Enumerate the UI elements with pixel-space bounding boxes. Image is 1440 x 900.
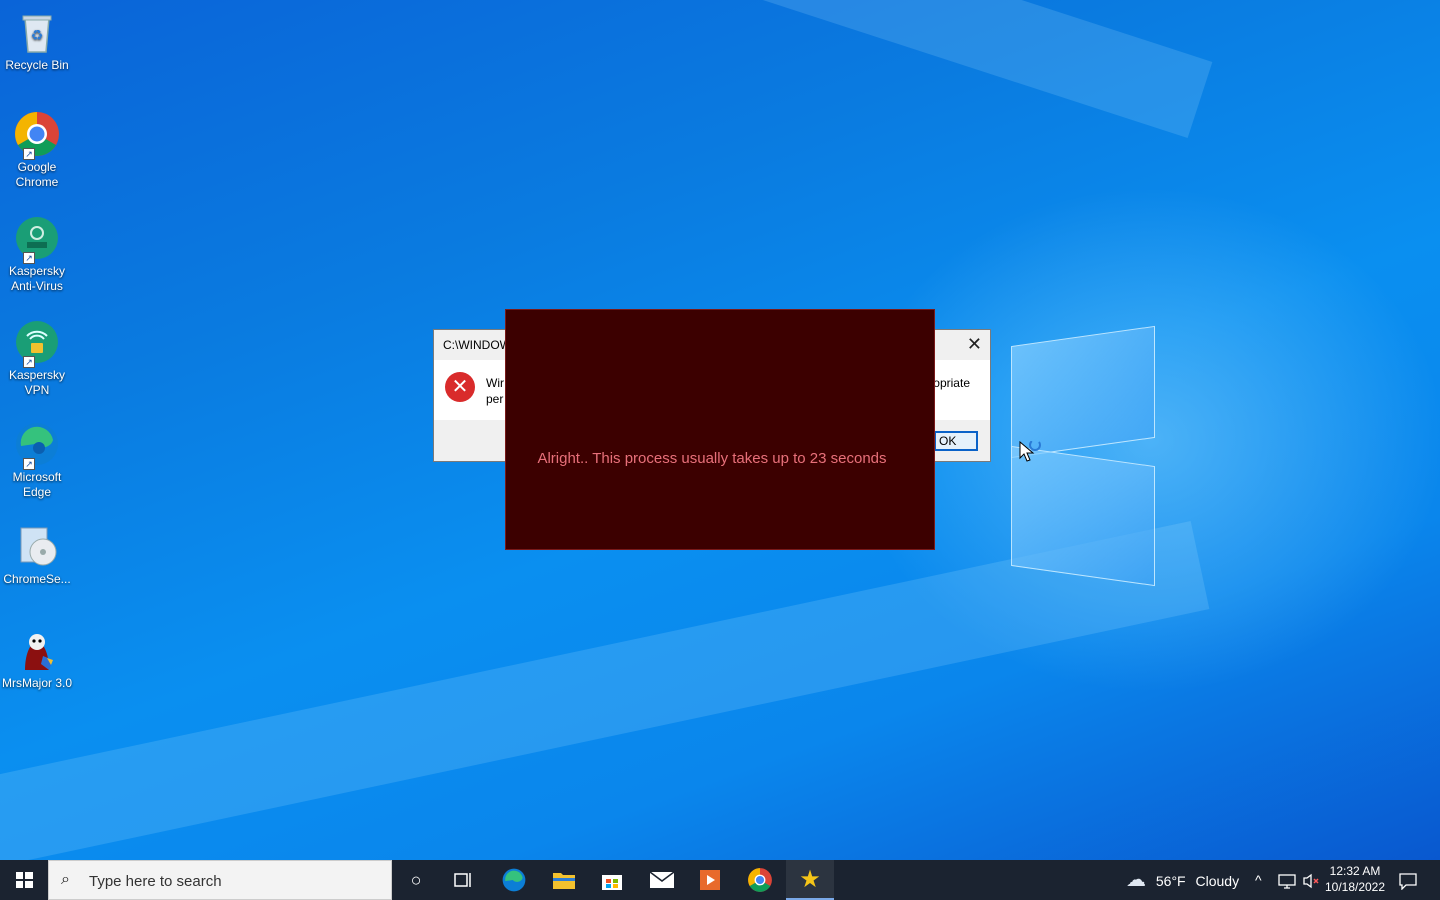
desktop-icon-label: Microsoft Edge [12, 470, 62, 499]
chrome-icon: ↗ [13, 110, 61, 160]
edge-icon[interactable] [490, 860, 538, 900]
recycle-bin-icon: ♻ [13, 8, 61, 56]
error-dialog-title: C:\WINDOW [443, 338, 511, 352]
volume-muted-icon[interactable] [1302, 860, 1320, 900]
task-view-icon[interactable] [440, 860, 488, 900]
desktop-icon-mrsmajor[interactable]: MrsMajor 3.0 [2, 626, 72, 691]
weather-widget[interactable]: ☁ 56°F Cloudy [1126, 860, 1239, 900]
taskbar-clock[interactable]: 12:32 AM 10/18/2022 [1324, 863, 1386, 895]
desktop-icon-label: MrsMajor 3.0 [2, 676, 73, 690]
desktop-icon-kaspersky-anti-virus[interactable]: ↗ Kaspersky Anti-Virus [2, 214, 72, 294]
clock-date: 10/18/2022 [1324, 880, 1386, 894]
malware-overlay-window: Alright.. This process usually takes up … [505, 309, 935, 550]
taskbar: ⌕ Type here to search ○ ★ ☁ 56°F Cloudy … [0, 860, 1440, 900]
desktop-icon-label: Kaspersky VPN [8, 368, 66, 397]
edge-icon: ↗ [13, 420, 61, 470]
network-icon[interactable] [1278, 860, 1296, 900]
overlay-message: Alright.. This process usually takes up … [537, 450, 887, 467]
cloud-icon: ☁ [1126, 869, 1146, 891]
desktop-icon-label: Kaspersky Anti-Virus [8, 264, 66, 293]
kaspersky-vpn-icon: ↗ [13, 318, 61, 368]
desktop-icon-recycle-bin[interactable]: ♻ Recycle Bin [2, 8, 72, 73]
windows-start-icon [16, 872, 33, 888]
star-app-icon[interactable]: ★ [786, 860, 834, 900]
desktop-icon-google-chrome[interactable]: ↗ Google Chrome [2, 110, 72, 190]
search-icon: ⌕ [61, 871, 70, 888]
desktop-icon-microsoft-edge[interactable]: ↗ Microsoft Edge [2, 420, 72, 500]
shortcut-arrow-icon: ↗ [23, 252, 35, 264]
ok-button[interactable]: OK [934, 431, 978, 451]
start-button[interactable] [0, 860, 48, 900]
desktop-icon-kaspersky-vpn[interactable]: ↗ Kaspersky VPN [2, 318, 72, 398]
kaspersky-icon: ↗ [13, 214, 61, 264]
installer-icon [13, 522, 61, 570]
error-message-line: per [486, 392, 504, 406]
windows-logo-pane [1011, 325, 1155, 459]
shortcut-arrow-icon: ↗ [23, 356, 35, 368]
notification-center-icon[interactable] [1398, 860, 1418, 900]
light-beam [0, 0, 1213, 139]
shortcut-arrow-icon: ↗ [23, 458, 35, 470]
mrsmajor-icon [13, 626, 61, 674]
weather-temp: 56°F [1155, 873, 1186, 889]
chrome-icon[interactable] [736, 860, 784, 900]
taskbar-search-box[interactable]: ⌕ Type here to search [48, 860, 392, 900]
clock-time: 12:32 AM [1329, 864, 1381, 878]
desktop-icon-label: Google Chrome [15, 160, 59, 189]
desktop-icon-label: Recycle Bin [5, 58, 69, 72]
cortana-icon[interactable]: ○ [392, 860, 440, 900]
media-player-icon[interactable] [686, 860, 734, 900]
search-placeholder: Type here to search [89, 873, 222, 890]
svg-text:♻: ♻ [31, 28, 44, 44]
desktop-icon-chromese[interactable]: ChromeSe... [2, 522, 72, 587]
file-explorer-icon[interactable] [540, 860, 588, 900]
error-message-line: Wir [486, 376, 504, 390]
shortcut-arrow-icon: ↗ [23, 148, 35, 160]
error-message-line: opriate [933, 376, 970, 390]
desktop-icon-label: ChromeSe... [3, 572, 71, 586]
weather-condition: Cloudy [1195, 873, 1240, 889]
show-hidden-icons-chevron-icon[interactable]: ^ [1255, 860, 1262, 900]
mouse-cursor-busy-icon [1019, 439, 1045, 470]
store-icon[interactable] [588, 860, 636, 900]
mail-icon[interactable] [638, 860, 686, 900]
error-icon: ✕ [445, 372, 475, 402]
close-icon[interactable]: ✕ [967, 334, 982, 355]
